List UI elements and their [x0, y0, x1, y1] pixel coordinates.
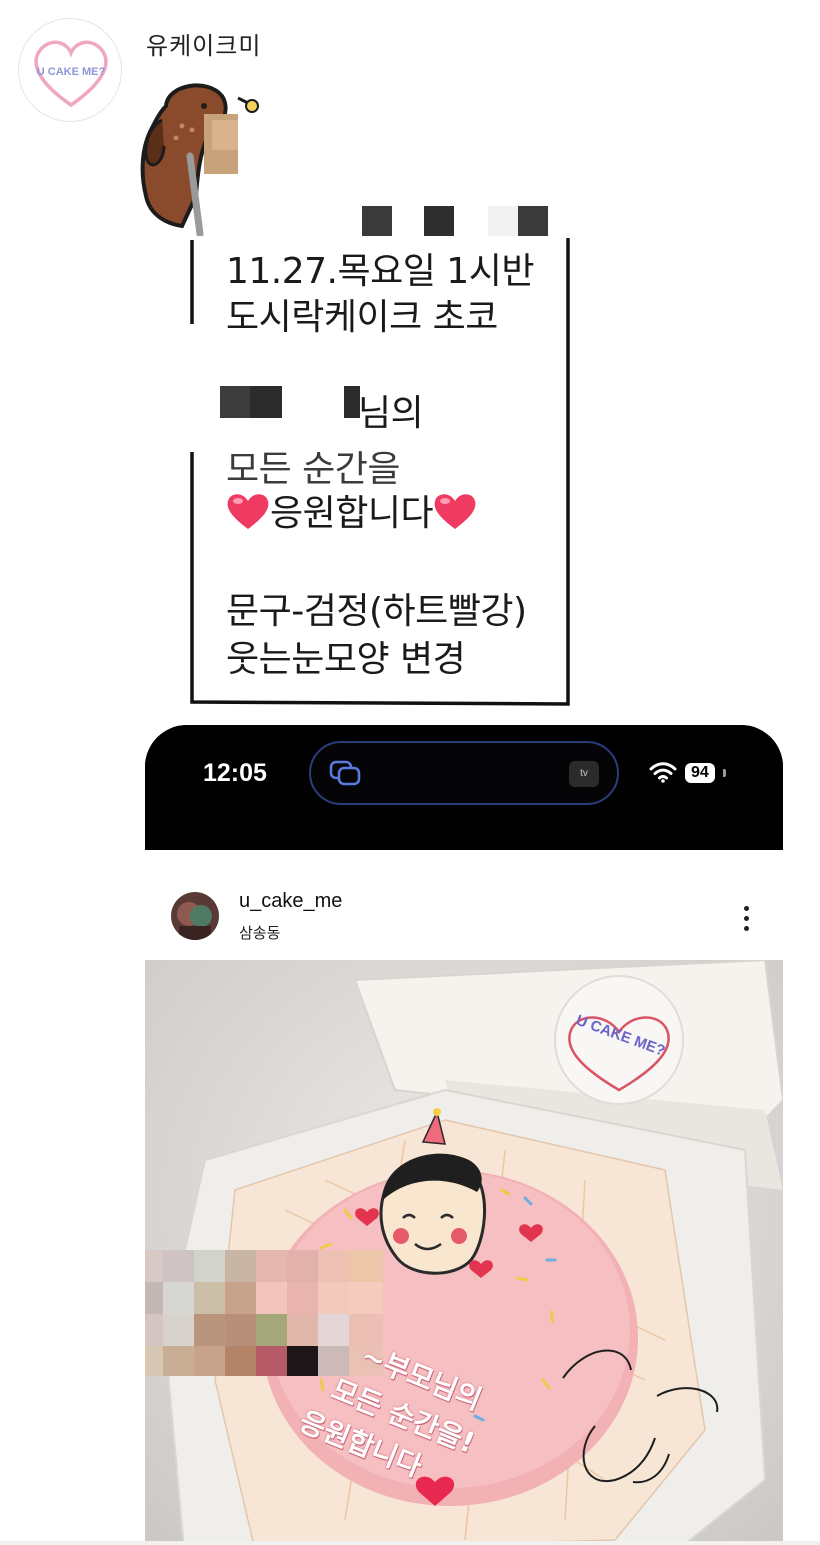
status-time: 12:05: [203, 759, 267, 787]
battery-tip: [723, 769, 726, 777]
more-options-button[interactable]: [733, 900, 761, 936]
post-username[interactable]: u_cake_me: [239, 890, 342, 913]
status-bar: 12:05 tv 94: [145, 725, 783, 850]
redacted-block: [424, 206, 454, 236]
order-memo: 11.27.목요일 1시반 도시락케이크 초코 님의 모든 순간을 응원합니다 …: [190, 206, 572, 706]
phone-screenshot: 12:05 tv 94 u_cake_me 삼송동 U CAKE ME? ~부모…: [145, 725, 783, 1545]
redacted-block: [518, 206, 548, 236]
apple-tv-icon: tv: [569, 761, 599, 787]
post-location[interactable]: 삼송동: [239, 922, 280, 943]
memo-line-recipient: 님의: [358, 393, 424, 434]
sender-avatar[interactable]: U CAKE ME?: [18, 18, 122, 122]
redacted-block: [362, 206, 392, 236]
more-dot: [744, 916, 749, 921]
redacted-name: [250, 386, 282, 418]
more-dot: [744, 926, 749, 931]
heart-emoji-icon: [434, 494, 476, 529]
wifi-icon: [649, 762, 677, 783]
dog-sticker: [140, 83, 259, 236]
post-user-avatar[interactable]: [171, 892, 219, 940]
more-dot: [744, 906, 749, 911]
dynamic-island[interactable]: tv: [309, 741, 619, 805]
svg-text:U CAKE ME?: U CAKE ME?: [37, 66, 106, 78]
memo-line-change: 웃는눈모양 변경: [226, 639, 466, 680]
sender-name: 유케이크미: [146, 32, 262, 60]
heart-emoji-icon: [227, 494, 269, 529]
instagram-post: u_cake_me 삼송동 U CAKE ME? ~부모님의 모든 순간을! 응…: [145, 850, 783, 1545]
redacted-name: [220, 386, 250, 418]
memo-line-date: 11.27.목요일 1시반: [226, 251, 534, 292]
bottom-divider: [0, 1541, 820, 1545]
battery-indicator: 94: [685, 763, 715, 783]
u-cake-me-logo: U CAKE ME?: [19, 19, 121, 121]
memo-line-cheer: 응원합니다: [226, 484, 477, 536]
pixelated-censor: [145, 1250, 383, 1376]
screen-mirroring-icon: [329, 760, 361, 786]
memo-line-lettering: 문구-검정(하트빨강): [226, 591, 527, 632]
post-photo[interactable]: U CAKE ME? ~부모님의 모든 순간을! 응원합니다: [145, 960, 783, 1545]
memo-line-product: 도시락케이크 초코: [226, 297, 498, 338]
redacted-block: [488, 206, 518, 236]
memo-cheer-text: 응원합니다: [270, 493, 434, 534]
avatar-image: [171, 892, 219, 940]
